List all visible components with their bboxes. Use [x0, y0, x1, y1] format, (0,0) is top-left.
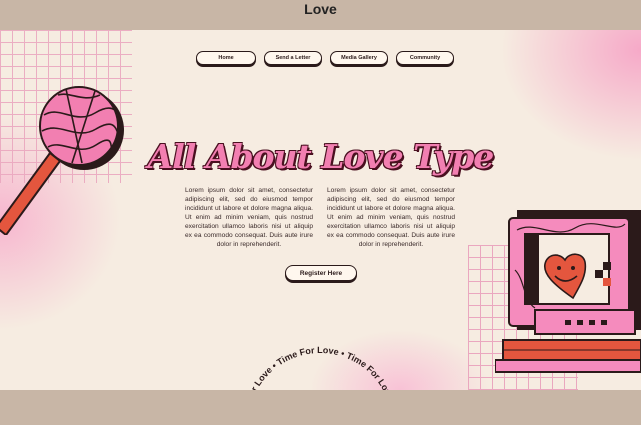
retro-computer-icon — [495, 210, 641, 373]
window-title: Love — [304, 1, 337, 17]
nav-media-gallery-button[interactable]: Media Gallery — [330, 51, 388, 65]
hero-title: All About Love Type — [147, 137, 495, 176]
nav-send-letter-button[interactable]: Send a Letter — [264, 51, 322, 65]
nav-home-button[interactable]: Home — [196, 51, 256, 65]
body-text-right: Lorem ipsum dolor sit amet, consectetur … — [327, 187, 455, 248]
top-nav: Home Send a Letter Media Gallery Communi… — [196, 51, 454, 65]
landing-page: Home Send a Letter Media Gallery Communi… — [0, 30, 641, 390]
circular-text-path: Time For Love • Time For Love • Time For… — [240, 345, 395, 390]
svg-text:Time For Love • Time For Love: Time For Love • Time For Love • Time For… — [240, 345, 395, 390]
register-button[interactable]: Register Here — [285, 265, 357, 281]
body-text-left: Lorem ipsum dolor sit amet, consectetur … — [185, 187, 313, 248]
nav-community-button[interactable]: Community — [396, 51, 454, 65]
circular-text: Time For Love • Time For Love • Time For… — [240, 345, 395, 390]
